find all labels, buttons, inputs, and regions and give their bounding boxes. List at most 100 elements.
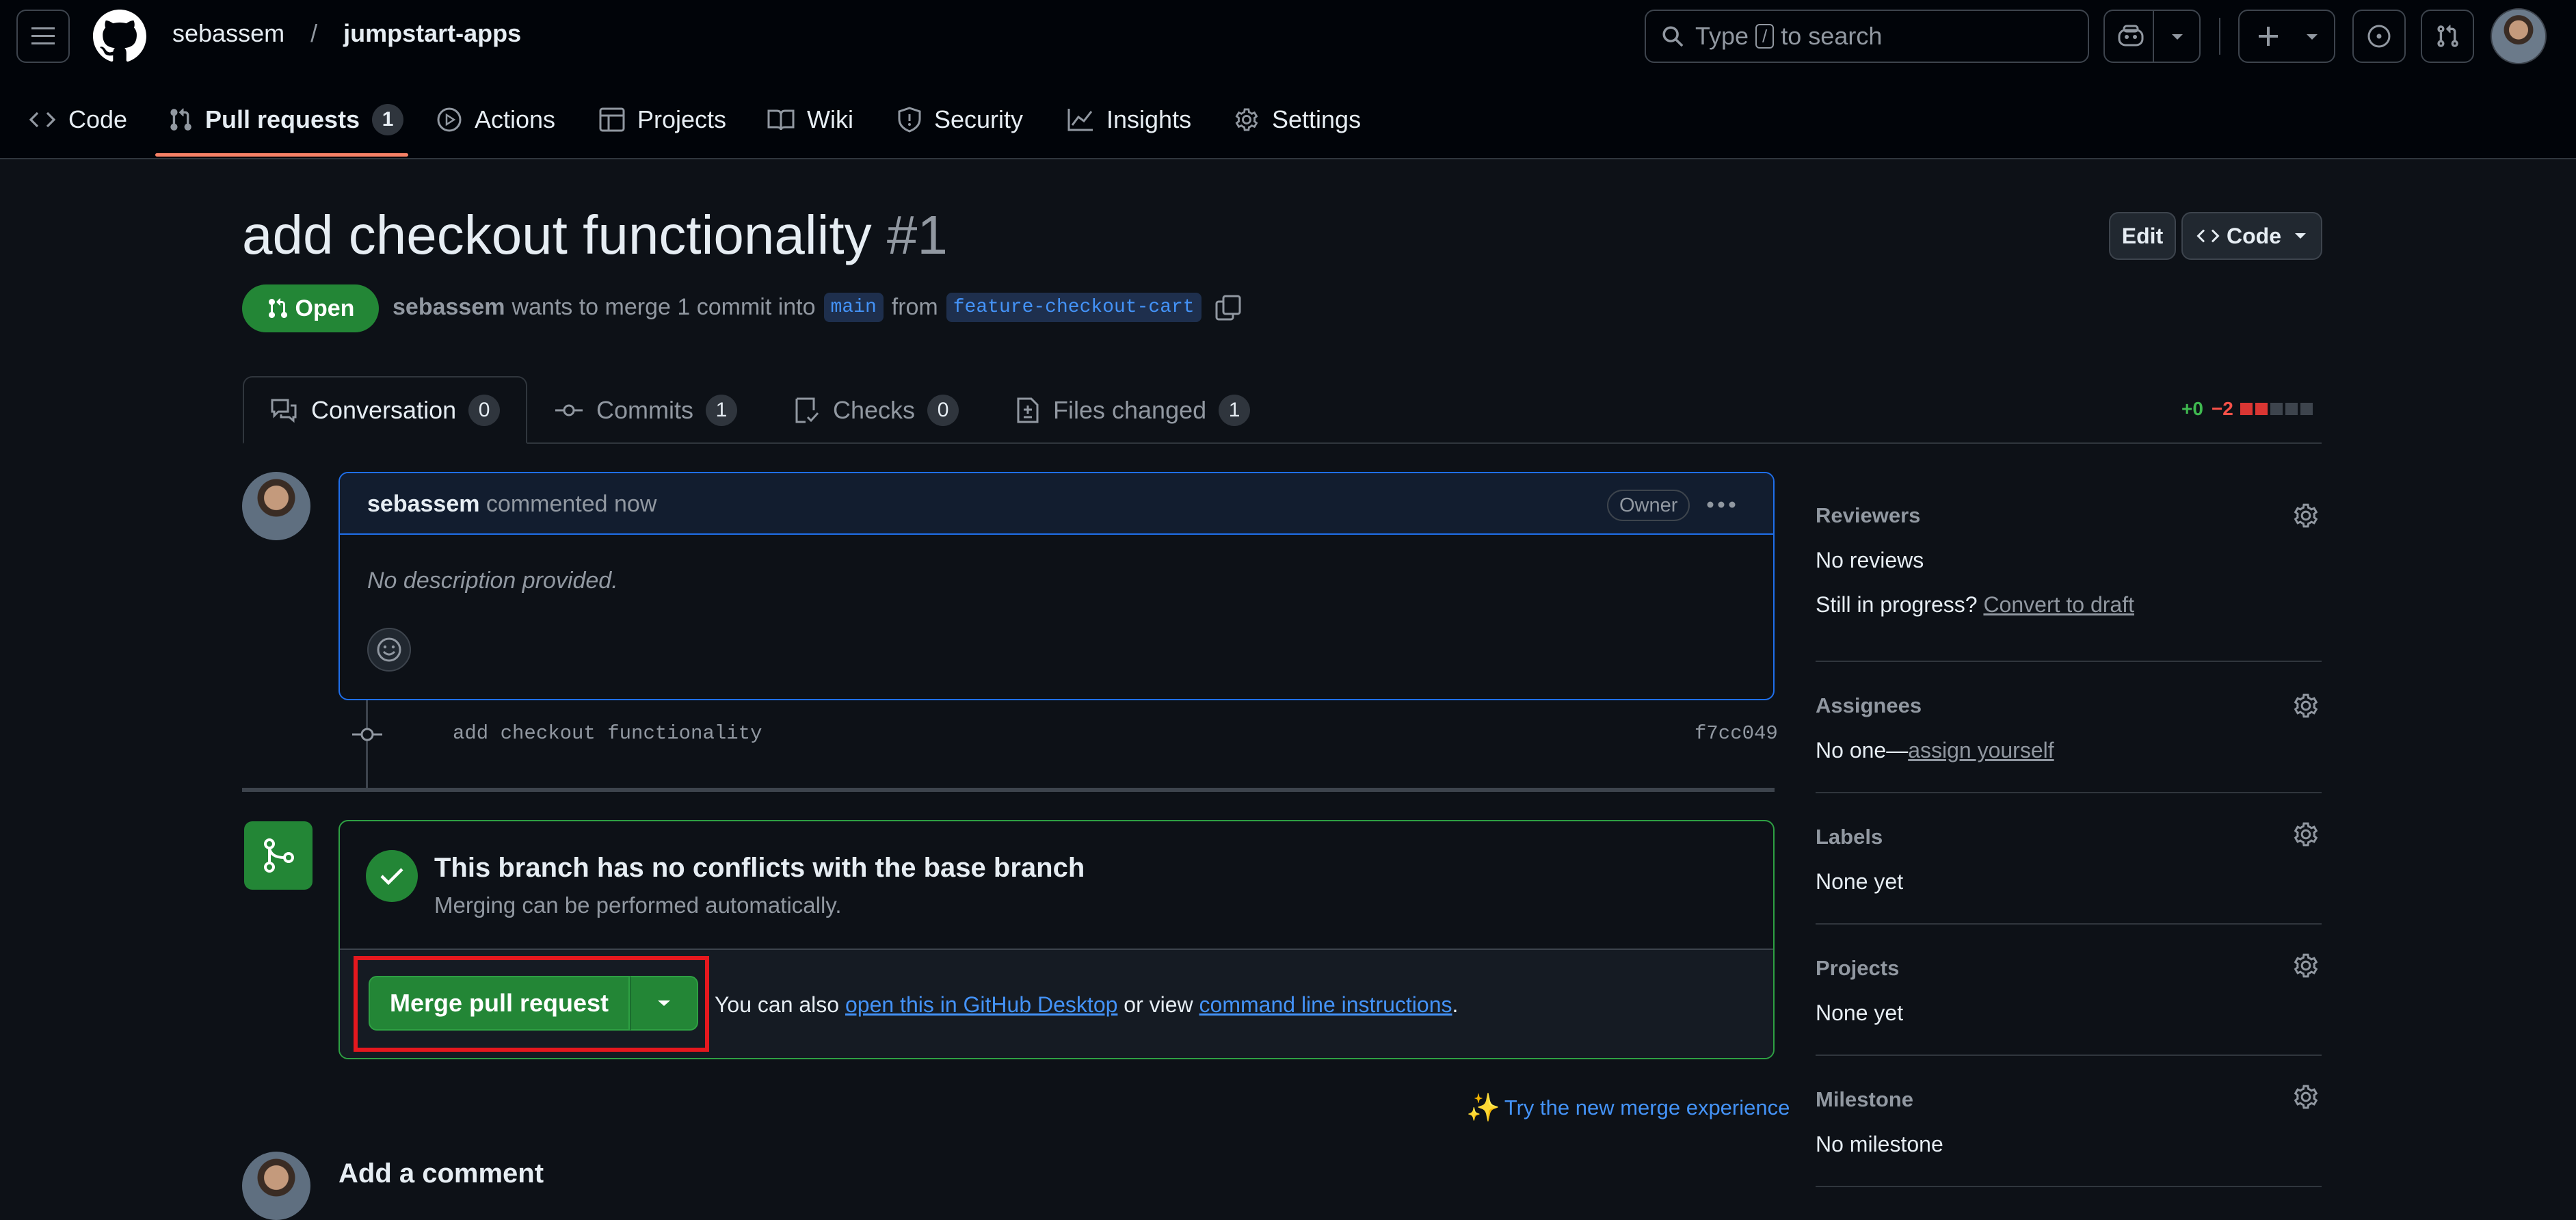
tabs-border	[243, 442, 2322, 444]
diffstat-block	[2255, 403, 2268, 415]
copy-icon[interactable]	[1215, 295, 1241, 321]
github-logo[interactable]	[93, 10, 146, 63]
active-tab-underline	[155, 153, 408, 157]
gear-icon[interactable]	[2292, 821, 2320, 848]
tab-pull-requests[interactable]: Pull requests 1	[168, 96, 404, 144]
projects-heading[interactable]: Projects	[1816, 956, 1899, 981]
comment-avatar[interactable]	[242, 472, 310, 540]
comment-discussion-icon	[271, 399, 297, 423]
command-line-link[interactable]: command line instructions	[1199, 992, 1452, 1017]
new-merge-experience-label: Try the new merge experience	[1504, 1095, 1790, 1119]
labels-value: None yet	[1816, 869, 1904, 894]
tab-commits-label: Commits	[596, 395, 693, 424]
search-suffix: to search	[1781, 22, 1883, 50]
gear-icon[interactable]	[2292, 952, 2320, 979]
pr-title: add checkout functionality	[242, 204, 872, 265]
breadcrumb-separator: /	[310, 19, 318, 47]
pr-author[interactable]: sebassem	[393, 294, 505, 321]
still-in-progress-text: Still in progress?	[1816, 592, 1978, 617]
code-button[interactable]: Code	[2181, 212, 2322, 260]
tab-settings-label: Settings	[1272, 105, 1362, 133]
new-merge-experience-link[interactable]: ✨ Try the new merge experience	[1466, 1091, 1790, 1124]
search-prefix: Type	[1695, 22, 1749, 50]
conversation-count: 0	[468, 394, 501, 426]
merge-success-icon	[366, 850, 418, 902]
pr-merge-info: sebassem wants to merge 1 commit into ma…	[393, 293, 1241, 322]
tab-files-changed[interactable]: Files changed 1	[1016, 376, 1251, 444]
labels-heading[interactable]: Labels	[1816, 825, 1883, 849]
comment-box: sebassem commented now Owner No descript…	[338, 472, 1775, 700]
tab-actions[interactable]: Actions	[436, 96, 555, 144]
pr-from-text: from	[891, 294, 938, 320]
menu-button[interactable]	[16, 10, 70, 63]
merge-options-dropdown[interactable]	[630, 976, 698, 1031]
also-text: You can also	[715, 992, 840, 1017]
checks-count: 0	[927, 394, 959, 426]
pr-number: #1	[886, 204, 948, 265]
reviewers-heading[interactable]: Reviewers	[1816, 503, 1920, 528]
merge-title: This branch has no conflicts with the ba…	[434, 853, 1085, 883]
copilot-button[interactable]	[2103, 10, 2201, 63]
open-desktop-link[interactable]: open this in GitHub Desktop	[845, 992, 1117, 1017]
play-icon	[437, 107, 462, 132]
diffstat-additions: +0	[2181, 398, 2203, 419]
owner-badge: Owner	[1607, 490, 1690, 521]
timeline-line	[366, 700, 368, 789]
sidebar-divider	[1816, 923, 2322, 925]
hamburger-icon	[31, 27, 55, 44]
commit-message[interactable]: add checkout functionality	[453, 722, 762, 745]
tab-conversation-label: Conversation	[311, 395, 457, 424]
assign-yourself-link[interactable]: assign yourself	[1908, 738, 2054, 762]
base-branch[interactable]: main	[823, 293, 884, 322]
tab-code-label: Code	[68, 105, 128, 133]
milestone-heading[interactable]: Milestone	[1816, 1087, 1913, 1112]
assignees-heading[interactable]: Assignees	[1816, 693, 1922, 718]
create-new-button[interactable]	[2238, 10, 2335, 63]
add-reaction-button[interactable]	[367, 628, 411, 672]
pull-requests-button[interactable]	[2421, 10, 2474, 63]
code-button-label: Code	[2227, 223, 2281, 248]
search-input[interactable]: Type / to search	[1645, 10, 2089, 63]
code-icon	[29, 111, 56, 128]
issues-button[interactable]	[2352, 10, 2406, 63]
head-branch[interactable]: feature-checkout-cart	[946, 293, 1201, 322]
merge-alt-period: .	[1452, 992, 1459, 1017]
commit-sha[interactable]: f7cc049	[1695, 722, 1778, 745]
owner-link[interactable]: sebassem	[172, 19, 284, 47]
or-view-text: or view	[1124, 992, 1193, 1017]
comment-action: commented now	[486, 491, 657, 517]
chevron-down-icon[interactable]	[2170, 33, 2184, 41]
graph-icon	[1067, 109, 1093, 131]
pull-requests-count: 1	[372, 104, 404, 135]
tab-files-changed-label: Files changed	[1053, 395, 1207, 424]
tab-checks[interactable]: Checks 0	[795, 376, 959, 444]
pr-merge-text: wants to merge 1 commit into	[512, 294, 816, 320]
chevron-down-icon	[2295, 233, 2306, 239]
reviewers-value: No reviews	[1816, 548, 1924, 572]
tab-security[interactable]: Security	[897, 96, 1023, 144]
tab-projects[interactable]: Projects	[599, 96, 726, 144]
repo-link[interactable]: jumpstart-apps	[343, 19, 521, 47]
tab-commits[interactable]: Commits 1	[555, 376, 737, 444]
tab-insights[interactable]: Insights	[1067, 96, 1191, 144]
chevron-down-icon	[658, 1000, 670, 1006]
kebab-horizontal-icon[interactable]	[1706, 501, 1736, 509]
book-icon	[767, 109, 795, 131]
git-commit-icon	[555, 404, 583, 416]
smiley-icon	[377, 637, 401, 662]
gear-icon[interactable]	[2292, 1083, 2320, 1111]
comment-author[interactable]: sebassem	[367, 491, 479, 517]
tab-conversation[interactable]: Conversation 0	[243, 376, 527, 444]
page-title: add checkout functionality #1	[242, 204, 948, 267]
convert-to-draft-link[interactable]: Convert to draft	[1983, 592, 2134, 617]
projects-value: None yet	[1816, 1000, 1904, 1025]
tab-code[interactable]: Code	[29, 96, 127, 144]
edit-button[interactable]: Edit	[2109, 212, 2176, 260]
merge-pull-request-button[interactable]: Merge pull request	[369, 976, 630, 1031]
gear-icon[interactable]	[2292, 502, 2320, 529]
user-avatar[interactable]	[2491, 8, 2547, 64]
tab-wiki[interactable]: Wiki	[767, 96, 853, 144]
tab-actions-label: Actions	[475, 105, 556, 133]
gear-icon[interactable]	[2292, 692, 2320, 719]
tab-settings[interactable]: Settings	[1234, 96, 1361, 144]
